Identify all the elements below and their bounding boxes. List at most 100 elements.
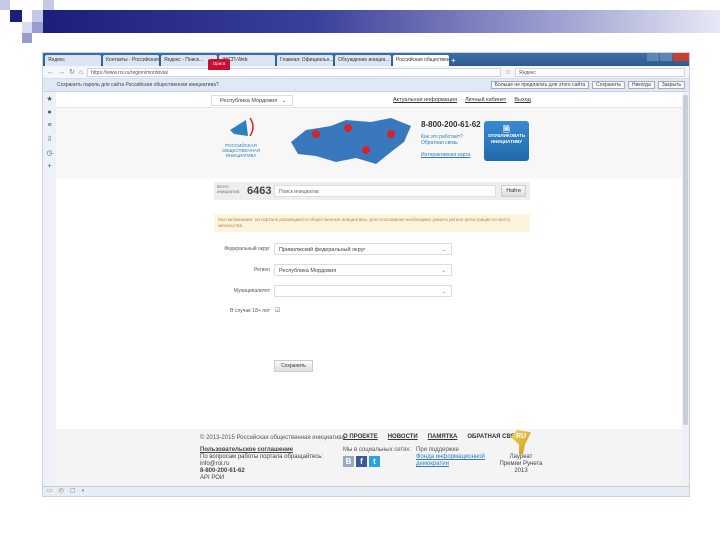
reload-icon[interactable]: ↻ <box>69 68 75 76</box>
search-input[interactable]: Яндекс <box>515 67 685 77</box>
federal-district-row: Федеральный округ Приволжский федеральны… <box>214 243 514 256</box>
chevron-down-icon: ⌄ <box>441 268 446 274</box>
vk-icon[interactable]: В <box>343 456 354 467</box>
russia-map[interactable] <box>286 112 416 172</box>
site-logo[interactable]: РОССИЙСКАЯ ОБЩЕСТВЕННАЯ ИНИЦИАТИВА <box>221 114 261 158</box>
url-input[interactable]: https://www.roi.ru/region/mordovia/ <box>87 67 501 77</box>
vertical-scrollbar[interactable] <box>682 92 689 486</box>
contact-phone: 8-800-200-61-62 <box>200 468 245 474</box>
notice-banner: Мы напоминаем: на портале размещаются об… <box>214 214 530 232</box>
tab-active[interactable]: Российская общественн... <box>393 55 449 66</box>
password-infobar: Сохранить пароль для сайта Российская об… <box>43 79 689 92</box>
age-label: В случае 18+ лет <box>230 308 270 314</box>
copyright: © 2013-2015 Российская общественная иниц… <box>200 435 345 441</box>
close-infobar-button[interactable]: Закрыть <box>657 81 685 89</box>
decor-title-bar <box>43 10 720 33</box>
tab[interactable]: Яндекс <box>45 55 101 66</box>
support-link[interactable]: Фонда информационной демократии <box>416 454 491 468</box>
address-toolbar: ← → ↻ ⌂ https://www.roi.ru/region/mordov… <box>43 66 689 79</box>
api-link[interactable]: API РОИ <box>200 475 340 482</box>
add-panel-icon[interactable]: + <box>47 163 51 170</box>
publish-label: ОПУБЛИКОВАТЬ ИНИЦИАТИВУ <box>487 133 526 144</box>
map-pin-icon <box>312 130 320 138</box>
browser-window: Opera Яндекс Контакты - Российская... Ян… <box>42 52 690 497</box>
age-checkbox[interactable]: ☑ <box>275 307 280 314</box>
never-for-site-checkbox[interactable]: Больше не предлагать для этого сайта <box>490 81 590 89</box>
save-password-button[interactable]: Сохранить <box>592 81 625 89</box>
award-cup-icon: RU <box>511 430 531 454</box>
home-icon[interactable]: ⌂ <box>79 69 83 76</box>
decor-square <box>0 0 10 10</box>
close-window-button[interactable] <box>673 53 689 61</box>
footer-news-link[interactable]: НОВОСТИ <box>388 434 418 440</box>
initiative-search-input[interactable]: Поиск инициатив <box>274 185 496 197</box>
tab[interactable]: Главная: Официальн... <box>277 55 333 66</box>
minimize-button[interactable] <box>647 53 659 61</box>
feedback-link[interactable]: Обратная связь <box>421 140 458 146</box>
save-button[interactable]: Сохранить <box>274 360 313 372</box>
region-form-select[interactable]: Республика Мордовия ⌄ <box>274 264 452 276</box>
top-strip: Республика Мордовия ⌄ Актуальная информац… <box>56 92 682 108</box>
history-icon[interactable]: ◷ <box>46 149 52 157</box>
support-label: При поддержке <box>416 447 459 453</box>
bookmarks-icon[interactable]: ★ <box>46 95 52 103</box>
web-page: Республика Мордовия ⌄ Актуальная информац… <box>56 92 682 486</box>
window-controls <box>646 53 689 65</box>
footer-menu: О ПРОЕКТЕ НОВОСТИ ПАМЯТКА ОБРАТНАЯ СВЯЗЬ <box>343 434 523 440</box>
municipality-label: Муниципалитет <box>233 288 270 294</box>
region-select[interactable]: Республика Мордовия ⌄ <box>211 95 293 106</box>
logout-link[interactable]: Выход <box>514 97 530 103</box>
maximize-button[interactable] <box>660 53 672 61</box>
scrollbar-thumb[interactable] <box>683 95 688 425</box>
bookmark-star-icon[interactable]: ☆ <box>505 68 511 76</box>
tab[interactable]: Контакты - Российская... <box>103 55 159 66</box>
tab[interactable]: Обсуждение инициа... <box>335 55 391 66</box>
map-pin-icon <box>387 130 395 138</box>
footer-memo-link[interactable]: ПАМЯТКА <box>428 434 458 440</box>
top-links: Актуальная информация Личный кабинет Вых… <box>393 97 531 103</box>
footer-about-link[interactable]: О ПРОЕКТЕ <box>343 434 378 440</box>
cabinet-link[interactable]: Личный кабинет <box>465 97 506 103</box>
decor-square <box>22 33 32 43</box>
find-button[interactable]: Найти <box>501 185 526 197</box>
status-bar: ▭◴▢◐ <box>43 486 689 496</box>
municipality-select[interactable]: ⌄ <box>274 285 452 297</box>
decor-square <box>43 0 54 10</box>
never-button[interactable]: Никогда <box>628 81 655 89</box>
decor-square <box>32 10 43 22</box>
news-link[interactable]: Актуальная информация <box>393 97 457 103</box>
twitter-icon[interactable]: t <box>369 456 380 467</box>
region-label: Регион <box>253 267 270 273</box>
social-block: Мы в социальных сетях: В f t <box>343 447 411 467</box>
forward-icon[interactable]: → <box>58 69 65 76</box>
region-row: Регион Республика Мордовия ⌄ <box>214 264 514 277</box>
chevron-down-icon: ⌄ <box>281 98 286 104</box>
tab-opera-menu[interactable]: Opera <box>208 59 230 70</box>
decor-square <box>22 22 32 33</box>
contact-text: По вопросам работы портала обращайтесь: <box>200 454 324 460</box>
support-block: При поддержке Фонда информационной демок… <box>416 447 491 468</box>
federal-district-select[interactable]: Приволжский федеральный округ ⌄ <box>274 243 452 255</box>
footer: © 2013-2015 Российская общественная иниц… <box>56 429 682 486</box>
speed-dial-icon[interactable]: ● <box>47 109 51 116</box>
tab-bar: Opera Яндекс Контакты - Российская... Ян… <box>43 53 689 70</box>
status-icons: ▭◴▢◐ <box>47 488 92 494</box>
runet-award: RU Лауреат Премии Рунета 2013 <box>498 430 544 475</box>
decor-square <box>32 22 43 33</box>
initiative-search-bar: Всего инициатив: 6463 Поиск инициатив На… <box>214 182 530 200</box>
facebook-icon[interactable]: f <box>356 456 367 467</box>
map-pin-icon <box>362 146 370 154</box>
publish-initiative-button[interactable]: 🗎 ОПУБЛИКОВАТЬ ИНИЦИАТИВУ <box>484 121 529 161</box>
interactive-map-link[interactable]: Интерактивная карта <box>421 152 470 158</box>
back-icon[interactable]: ← <box>47 69 54 76</box>
social-label: Мы в социальных сетях: <box>343 447 412 453</box>
contact-email[interactable]: info@roi.ru <box>200 461 340 468</box>
downloads-icon[interactable]: ⇩ <box>47 135 53 143</box>
chevron-down-icon: ⌄ <box>441 289 446 295</box>
count-label: Всего инициатив: <box>217 184 241 194</box>
federal-district-label: Федеральный округ <box>224 246 270 252</box>
new-tab-button[interactable]: + <box>451 56 461 66</box>
megaphone-icon <box>230 117 254 137</box>
agreement-link[interactable]: Пользовательское соглашение <box>200 447 293 453</box>
notes-icon[interactable]: ≡ <box>47 122 51 129</box>
